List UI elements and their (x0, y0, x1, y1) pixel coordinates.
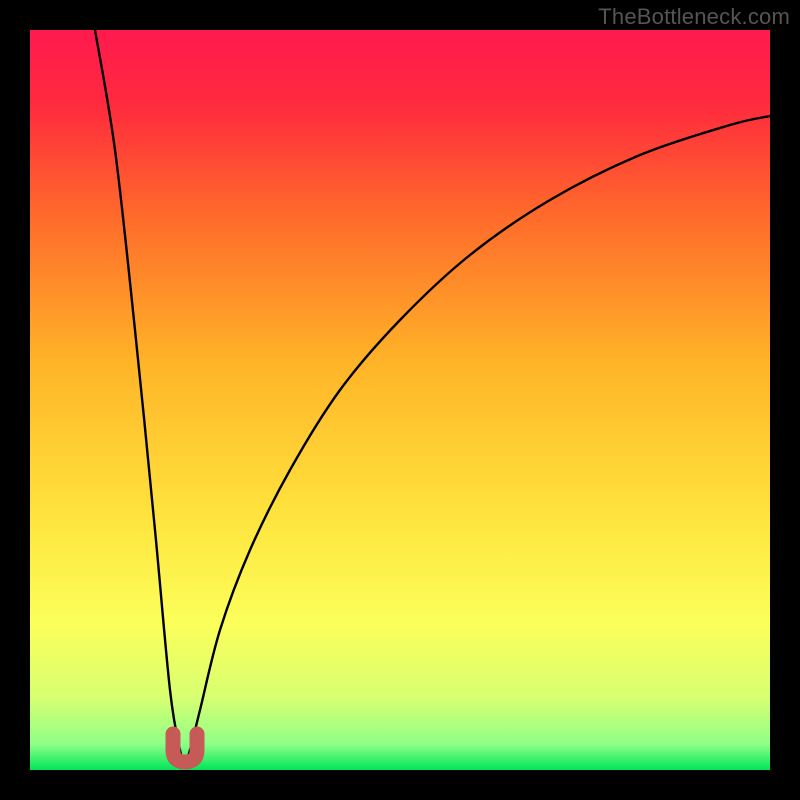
plot-svg (30, 30, 770, 770)
plot-area (30, 30, 770, 770)
chart-frame: TheBottleneck.com (0, 0, 800, 800)
watermark-text: TheBottleneck.com (598, 4, 790, 30)
